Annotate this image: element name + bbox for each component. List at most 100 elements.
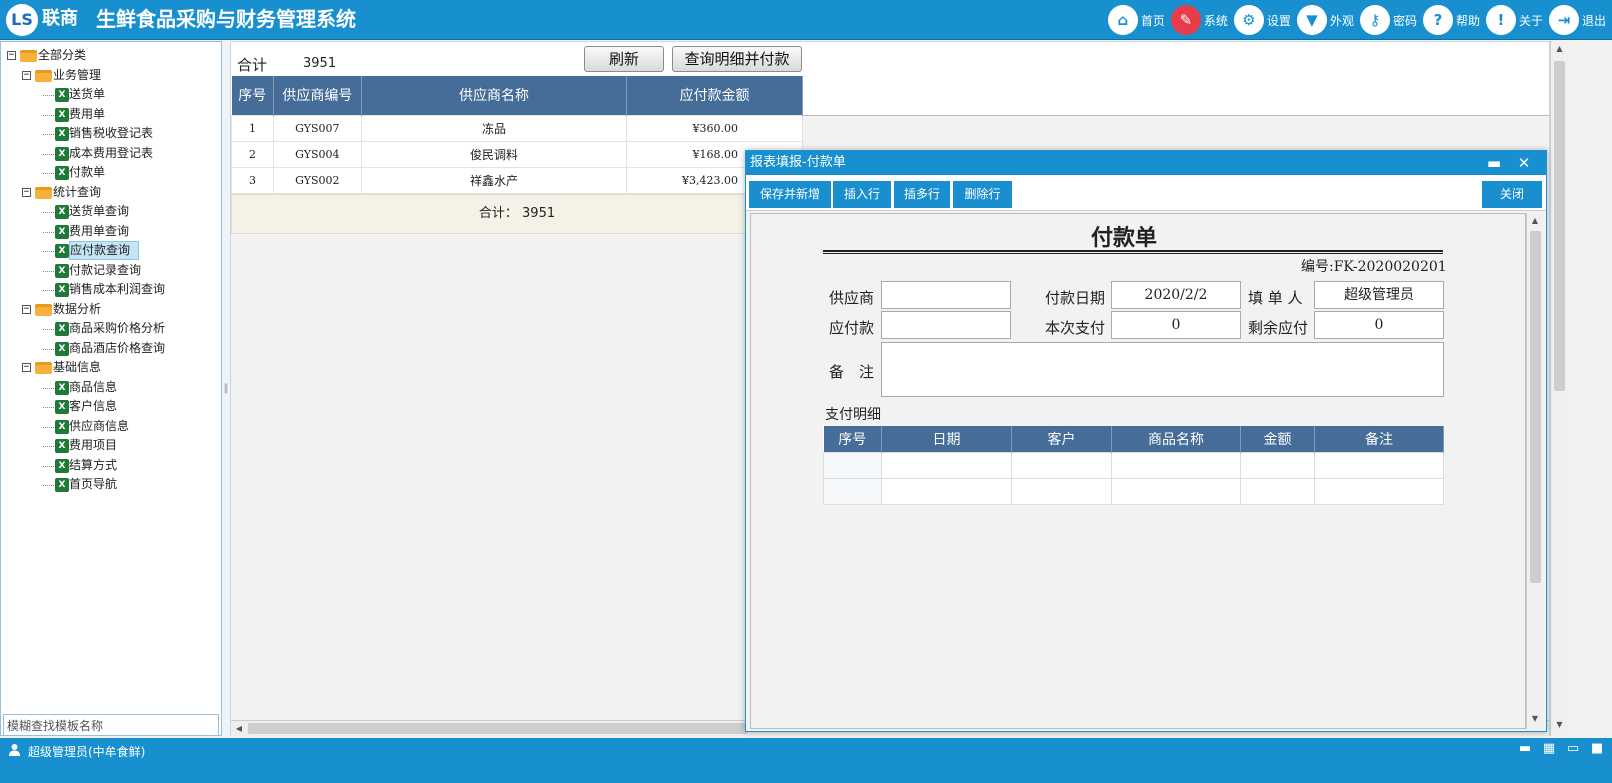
dialog-scrollbar[interactable]: ▲ ▼ bbox=[1526, 213, 1543, 729]
scroll-left-icon[interactable]: ◀ bbox=[231, 721, 247, 736]
insert-rows-button[interactable]: 插多行 bbox=[894, 181, 950, 208]
tree-item[interactable]: X 商品信息 bbox=[1, 378, 221, 398]
payable-field[interactable] bbox=[881, 311, 1011, 339]
tree-item[interactable]: X 付款记录查询 bbox=[1, 261, 221, 281]
insert-row-button[interactable]: 插入行 bbox=[833, 181, 891, 208]
scroll-up-icon[interactable]: ▲ bbox=[1527, 213, 1543, 229]
tree-folder[interactable]: − 业务管理 bbox=[1, 66, 221, 86]
nav-about-button[interactable]: ! 关于 bbox=[1485, 5, 1543, 35]
filler-field[interactable]: 超级管理员 bbox=[1314, 281, 1444, 309]
nav-key-button[interactable]: ⚷ 密码 bbox=[1359, 5, 1417, 35]
save-and-new-button[interactable]: 保存并新增 bbox=[749, 181, 831, 208]
nav-home-button[interactable]: ⌂ 首页 bbox=[1107, 5, 1165, 35]
column-header[interactable]: 序号 bbox=[231, 76, 274, 115]
tree-label: 数据分析 bbox=[53, 301, 102, 316]
tree-label: 销售税收登记表 bbox=[69, 126, 154, 140]
refresh-button[interactable]: 刷新 bbox=[584, 46, 664, 72]
tree-item[interactable]: X 送货单查询 bbox=[1, 202, 221, 222]
dialog-titlebar[interactable]: 报表填报-付款单 ▬ ✕ bbox=[746, 151, 1546, 175]
nav-system-button[interactable]: ✎ 系统 bbox=[1170, 5, 1228, 35]
detail-cell[interactable] bbox=[823, 451, 882, 479]
dialog-close-button[interactable]: 关闭 bbox=[1482, 181, 1542, 208]
tree-folder[interactable]: − 统计查询 bbox=[1, 183, 221, 203]
tree-item[interactable]: X 费用单查询 bbox=[1, 222, 221, 242]
detail-cell[interactable] bbox=[1011, 451, 1112, 479]
detail-cell[interactable] bbox=[881, 451, 1012, 479]
tree-label: 应付款查询 bbox=[69, 241, 140, 260]
minimize-icon[interactable]: ▬ bbox=[1482, 151, 1506, 175]
excel-file-icon: X bbox=[55, 283, 69, 297]
tree-connector bbox=[43, 114, 54, 116]
tree-item[interactable]: X 结算方式 bbox=[1, 456, 221, 476]
detail-cell[interactable] bbox=[1314, 477, 1444, 505]
monitor-icon[interactable]: ▭ bbox=[1564, 741, 1582, 757]
collapse-toggle-icon[interactable]: − bbox=[22, 187, 31, 197]
scroll-down-icon[interactable]: ▼ bbox=[1527, 711, 1543, 727]
tree-item[interactable]: X 费用单 bbox=[1, 105, 221, 125]
table-row[interactable]: 3 GYS002 祥鑫水产 ¥3,423.00 bbox=[231, 166, 803, 194]
nav-tshirt-button[interactable]: ▼ 外观 bbox=[1296, 5, 1354, 35]
pay-date-field[interactable]: 2020/2/2 bbox=[1111, 281, 1241, 309]
tree-connector bbox=[43, 231, 54, 233]
remark-field[interactable] bbox=[881, 342, 1444, 397]
scroll-up-icon[interactable]: ▲ bbox=[1551, 41, 1568, 57]
tree-label: 客户信息 bbox=[69, 399, 118, 413]
tree-item[interactable]: X 销售税收登记表 bbox=[1, 124, 221, 144]
message-icon[interactable]: ▬ bbox=[1516, 741, 1534, 757]
this-pay-field[interactable]: 0 bbox=[1111, 311, 1241, 339]
column-header[interactable]: 应付款金额 bbox=[626, 76, 803, 115]
detail-cell[interactable] bbox=[1011, 477, 1112, 505]
tree-folder[interactable]: − 数据分析 bbox=[1, 300, 221, 320]
scroll-thumb[interactable] bbox=[1530, 231, 1541, 583]
collapse-toggle-icon[interactable]: − bbox=[22, 304, 31, 314]
sidebar-splitter[interactable]: ‖ bbox=[222, 41, 230, 736]
table-header: 序号 供应商编号 供应商名称 应付款金额 bbox=[231, 76, 803, 115]
tree-item[interactable]: X 首页导航 bbox=[1, 475, 221, 495]
scroll-down-icon[interactable]: ▼ bbox=[1551, 717, 1568, 733]
collapse-toggle-icon[interactable]: − bbox=[7, 51, 16, 60]
scroll-thumb[interactable] bbox=[248, 723, 748, 734]
template-search-input[interactable] bbox=[3, 714, 219, 736]
nav-help-button[interactable]: ? 帮助 bbox=[1422, 5, 1480, 35]
nav-label: 退出 bbox=[1581, 13, 1606, 28]
tree-item[interactable]: X 成本费用登记表 bbox=[1, 144, 221, 164]
detail-cell[interactable] bbox=[1111, 451, 1241, 479]
collapse-toggle-icon[interactable]: − bbox=[22, 363, 31, 372]
column-header[interactable]: 供应商名称 bbox=[361, 76, 628, 115]
tree-item[interactable]: X 销售成本利润查询 bbox=[1, 280, 221, 300]
lock-icon[interactable]: ■ bbox=[1588, 741, 1606, 757]
detail-row[interactable] bbox=[823, 451, 1444, 479]
detail-row[interactable] bbox=[823, 477, 1444, 505]
tree-item[interactable]: X 商品酒店价格查询 bbox=[1, 339, 221, 359]
close-icon[interactable]: ✕ bbox=[1512, 151, 1536, 175]
tree-item[interactable]: X 商品采购价格分析 bbox=[1, 319, 221, 339]
tree-item[interactable]: X 供应商信息 bbox=[1, 417, 221, 437]
detail-cell[interactable] bbox=[823, 477, 882, 505]
query-and-pay-button[interactable]: 查询明细并付款 bbox=[672, 46, 802, 72]
tree-item[interactable]: X 客户信息 bbox=[1, 397, 221, 417]
column-header[interactable]: 供应商编号 bbox=[273, 76, 362, 115]
remain-field[interactable]: 0 bbox=[1314, 311, 1444, 339]
nav-gear-button[interactable]: ⚙ 设置 bbox=[1233, 5, 1291, 35]
tree-item[interactable]: X 送货单 bbox=[1, 85, 221, 105]
detail-cell[interactable] bbox=[1240, 451, 1315, 479]
detail-cell[interactable] bbox=[1240, 477, 1315, 505]
tree-item[interactable]: X 费用项目 bbox=[1, 436, 221, 456]
delete-row-button[interactable]: 删除行 bbox=[953, 181, 1012, 208]
table-row[interactable]: 2 GYS004 俊民调料 ¥168.00 bbox=[231, 140, 803, 168]
scroll-thumb[interactable] bbox=[1554, 61, 1565, 391]
collapse-toggle-icon[interactable]: − bbox=[22, 70, 31, 80]
detail-cell[interactable] bbox=[1314, 451, 1444, 479]
tree-folder[interactable]: − 基础信息 bbox=[1, 358, 221, 378]
tree-folder[interactable]: − 全部分类 bbox=[1, 46, 221, 66]
vertical-scrollbar[interactable]: ▲ ▼ bbox=[1550, 41, 1568, 736]
nav-exit-button[interactable]: ⇥ 退出 bbox=[1548, 5, 1606, 35]
table-row[interactable]: 1 GYS007 冻品 ¥360.00 bbox=[231, 114, 803, 142]
supplier-field[interactable] bbox=[881, 281, 1011, 309]
tree-item[interactable]: X 付款单 bbox=[1, 163, 221, 183]
detail-cell[interactable] bbox=[1111, 477, 1241, 505]
tree-item[interactable]: X 应付款查询 bbox=[1, 241, 221, 261]
detail-cell[interactable] bbox=[881, 477, 1012, 505]
footer-total-label: 合计： bbox=[478, 206, 518, 221]
grid-icon[interactable]: ▦ bbox=[1540, 741, 1558, 757]
